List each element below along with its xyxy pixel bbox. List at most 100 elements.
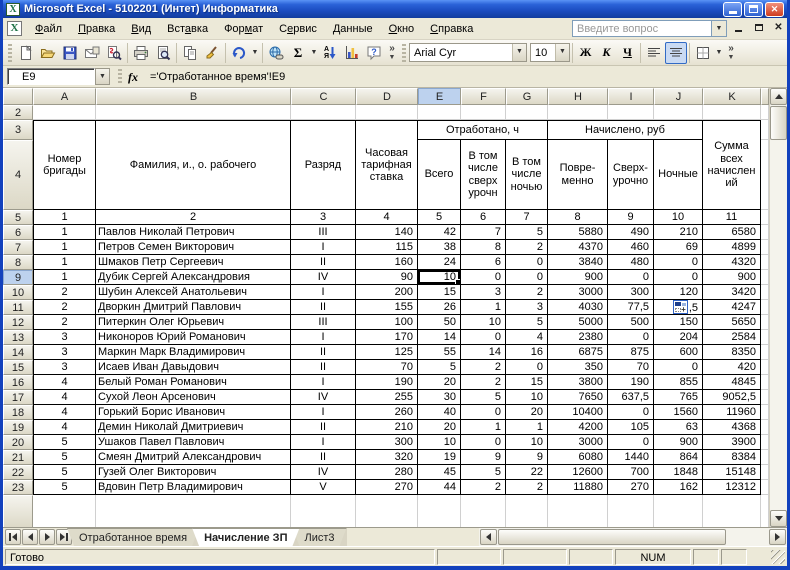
cell[interactable] — [761, 375, 769, 390]
cell[interactable] — [33, 105, 96, 120]
sheet-tab-2[interactable]: Начисление ЗП — [192, 528, 299, 546]
cell[interactable] — [654, 105, 703, 120]
cell[interactable]: 100 — [356, 315, 418, 330]
cell[interactable]: 150 — [654, 315, 703, 330]
menu-item-1[interactable]: Правка — [70, 20, 123, 38]
cell[interactable] — [461, 495, 506, 527]
cell[interactable]: V — [291, 480, 356, 495]
cell[interactable]: 20 — [418, 420, 461, 435]
cell[interactable]: 1 — [461, 300, 506, 315]
formatting-options-icon[interactable]: » ▼ — [724, 43, 738, 62]
cell[interactable]: Питеркин Олег Юрьевич — [96, 315, 291, 330]
header-cell-total[interactable]: Сумма всех начислен ий — [703, 120, 761, 210]
cell[interactable] — [761, 285, 769, 300]
cell[interactable]: 4368 — [703, 420, 761, 435]
row-header-20[interactable]: 20 — [3, 435, 33, 450]
cell[interactable]: 4370 — [548, 240, 608, 255]
cell[interactable] — [761, 345, 769, 360]
name-box-dropdown-icon[interactable]: ▼ — [95, 68, 110, 85]
question-dropdown-icon[interactable]: ▼ — [712, 20, 727, 37]
cell[interactable]: 3900 — [703, 435, 761, 450]
column-header-A[interactable]: A — [33, 88, 96, 105]
prev-sheet-button[interactable] — [22, 529, 38, 545]
row-header-11[interactable]: 11 — [3, 300, 33, 315]
cell[interactable]: 70 — [356, 360, 418, 375]
cell[interactable] — [356, 495, 418, 527]
cell[interactable]: 0 — [506, 255, 548, 270]
scroll-right-button[interactable] — [769, 529, 786, 545]
cell[interactable]: I — [291, 240, 356, 255]
cell[interactable]: 255 — [356, 390, 418, 405]
cell[interactable]: 260 — [356, 405, 418, 420]
cell[interactable] — [761, 210, 769, 225]
print-button[interactable] — [130, 42, 152, 64]
formula-input[interactable]: ='Отработанное время'!E9 — [144, 70, 783, 83]
row-header-22[interactable]: 22 — [3, 465, 33, 480]
column-header-D[interactable]: D — [356, 88, 418, 105]
insert-hyperlink-button[interactable] — [265, 42, 287, 64]
cell[interactable]: 1 — [33, 225, 96, 240]
header-cell-brigade[interactable]: Номер бригады — [33, 120, 96, 210]
cell[interactable]: 3 — [291, 210, 356, 225]
autosum-button[interactable]: Σ — [287, 42, 309, 64]
cell[interactable]: 55 — [418, 345, 461, 360]
cell[interactable]: 4030 — [548, 300, 608, 315]
row-header-23[interactable]: 23 — [3, 480, 33, 495]
cell[interactable]: 6080 — [548, 450, 608, 465]
cell[interactable]: 10 — [461, 315, 506, 330]
row-header-17[interactable]: 17 — [3, 390, 33, 405]
insert-function-icon[interactable]: fx — [126, 69, 144, 85]
cell[interactable]: Гузей Олег Викторович — [96, 465, 291, 480]
cell[interactable]: 90 — [356, 270, 418, 285]
cell[interactable]: 280 — [356, 465, 418, 480]
cell[interactable] — [548, 105, 608, 120]
cell[interactable]: Никоноров Юрий Романович — [96, 330, 291, 345]
doc-close-button[interactable]: ✕ — [770, 21, 787, 36]
cell[interactable]: 11880 — [548, 480, 608, 495]
row-header-13[interactable]: 13 — [3, 330, 33, 345]
cell[interactable]: 160 — [356, 255, 418, 270]
cell[interactable] — [761, 420, 769, 435]
doc-restore-button[interactable] — [750, 21, 767, 36]
cell[interactable]: 210 — [654, 225, 703, 240]
cell[interactable]: 3 — [33, 330, 96, 345]
cell[interactable]: I — [291, 375, 356, 390]
cell[interactable]: 900 — [703, 270, 761, 285]
row-header-18[interactable]: 18 — [3, 405, 33, 420]
cell[interactable]: 9052,5 — [703, 390, 761, 405]
cell[interactable]: 20 — [506, 405, 548, 420]
cell[interactable]: 0 — [608, 405, 654, 420]
cell[interactable] — [761, 120, 769, 140]
cell[interactable]: 1 — [33, 240, 96, 255]
header-cell-worked_total[interactable]: Всего — [418, 140, 461, 210]
cell[interactable]: 4320 — [703, 255, 761, 270]
cell[interactable]: I — [291, 330, 356, 345]
cell[interactable]: IV — [291, 270, 356, 285]
borders-dropdown-icon[interactable]: ▼ — [714, 42, 724, 64]
minimize-button[interactable] — [723, 1, 742, 17]
cell[interactable] — [761, 465, 769, 480]
active-cell-E9[interactable]: 10 — [418, 270, 461, 285]
cell[interactable] — [761, 330, 769, 345]
cell[interactable]: 490 — [608, 225, 654, 240]
row-header-21[interactable]: 21 — [3, 450, 33, 465]
row-header-3[interactable]: 3 — [3, 120, 33, 140]
cell[interactable]: 6875 — [548, 345, 608, 360]
menu-item-3[interactable]: Вставка — [159, 20, 216, 38]
scroll-down-button[interactable] — [770, 510, 787, 527]
cell[interactable]: 3 — [33, 345, 96, 360]
column-header-J[interactable]: J — [654, 88, 703, 105]
cell[interactable]: 0 — [654, 360, 703, 375]
cell[interactable]: II — [291, 345, 356, 360]
open-button[interactable] — [37, 42, 59, 64]
cell[interactable]: 5880 — [548, 225, 608, 240]
cell[interactable]: 50 — [418, 315, 461, 330]
row-header-6[interactable]: 6 — [3, 225, 33, 240]
cell[interactable]: 3 — [506, 300, 548, 315]
cell[interactable]: Дворкин Дмитрий Павлович — [96, 300, 291, 315]
cell[interactable]: 2 — [461, 360, 506, 375]
help-button[interactable]: ? — [363, 42, 385, 64]
vertical-scrollbar[interactable] — [769, 88, 787, 527]
cell[interactable] — [761, 300, 769, 315]
cell[interactable]: 9 — [608, 210, 654, 225]
